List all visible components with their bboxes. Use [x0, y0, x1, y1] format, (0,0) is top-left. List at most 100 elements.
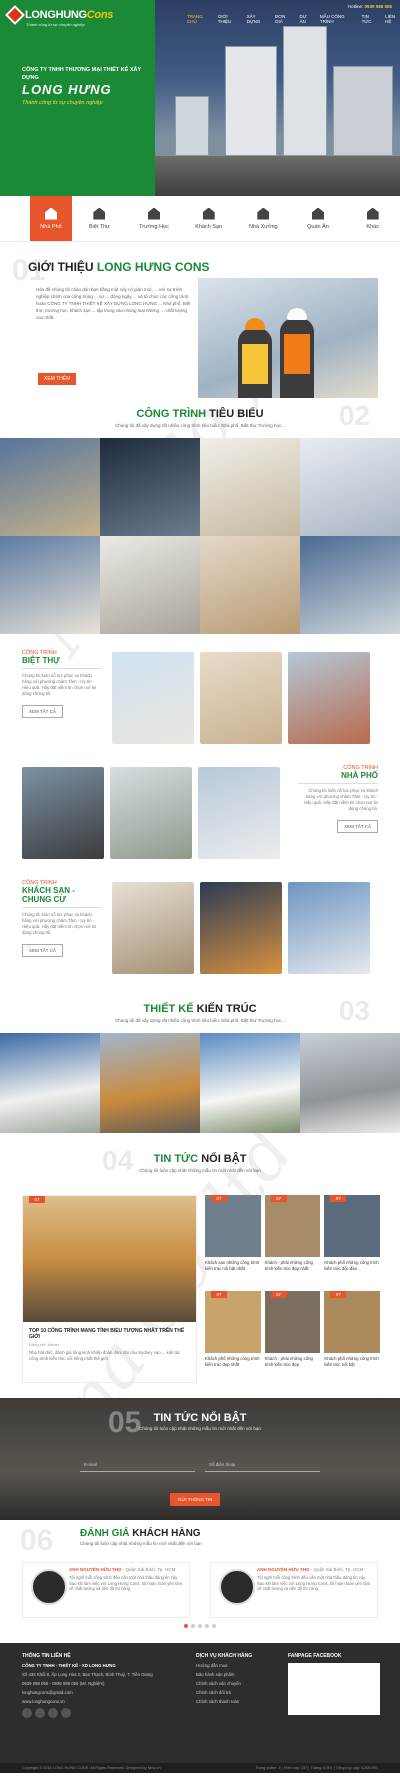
logo[interactable]: LONGHUNGCons [5, 5, 147, 25]
twitter-icon[interactable] [35, 1708, 45, 1718]
architecture-image[interactable] [300, 1033, 400, 1133]
carousel-dot[interactable] [184, 1624, 188, 1628]
townhouse-image[interactable] [22, 767, 104, 859]
newsletter-subtitle: Chúng tôi luôn cập nhật những mẫu tin mớ… [139, 1426, 261, 1431]
news-item[interactable]: 07 Khách - phải những công trình kiến trú… [264, 1195, 321, 1287]
reviews-title: ĐÁNH GIÁ KHÁCH HÀNG [80, 1528, 201, 1539]
footer-link[interactable]: Hướng dẫn mua [196, 1663, 276, 1668]
townhouse-image[interactable] [198, 767, 280, 859]
townhouse-image[interactable] [110, 767, 192, 859]
hotel-image[interactable] [112, 882, 194, 974]
architecture-image[interactable] [100, 1033, 200, 1133]
news-item[interactable]: 07 Khách phố những công trình kiến trúc đ… [324, 1195, 380, 1287]
footer-contact: THÔNG TIN LIÊN HỆ CÔNG TY TNHH - THIẾT K… [22, 1653, 182, 1718]
footer-fanpage: FANPAGE FACEBOOK [288, 1653, 380, 1715]
email-field[interactable] [80, 1458, 195, 1472]
footer-link[interactable]: Chính sách đổi trả [196, 1690, 276, 1695]
reviews-subtitle: Chúng tôi luôn cập nhật những mẫu tin mớ… [80, 1541, 202, 1546]
intro-more-button[interactable]: XEM THÊM [38, 373, 77, 385]
gallery-image[interactable] [200, 536, 300, 634]
reviewer-place: - Quận Sài Bình, Tp. HCM [310, 1567, 364, 1572]
logo-name-suffix: Cons [86, 9, 114, 21]
category-bar: Nhà Phố Biệt Thự Trường Học Khách Sạn Nh… [0, 196, 400, 242]
carousel-dot[interactable] [198, 1624, 202, 1628]
townhouse-view-all-button[interactable]: XEM TẤT CẢ [337, 820, 378, 833]
news-item[interactable]: 07 Khách - phải những công trình kiến trú… [264, 1291, 321, 1383]
footer-link[interactable]: Chính sách thanh toán [196, 1699, 276, 1704]
category-other[interactable]: Khác [345, 196, 400, 241]
news-item[interactable]: 07 Khách phố những công trình kiến trúc đ… [205, 1291, 261, 1383]
gallery-image[interactable] [300, 536, 400, 634]
nav-item-about[interactable]: GIỚI THIỆU [218, 14, 239, 24]
factory-icon [257, 207, 270, 220]
category-restaurant[interactable]: Quán Ăn [291, 196, 346, 241]
gallery-image[interactable] [300, 438, 400, 536]
restaurant-icon [312, 207, 325, 220]
facebook-icon[interactable] [22, 1708, 32, 1718]
architecture-image[interactable] [200, 1033, 300, 1133]
avatar [219, 1569, 255, 1605]
news-item[interactable]: 07 Khách phố những công trình kiến trúc n… [324, 1291, 380, 1383]
youtube-icon[interactable] [61, 1708, 71, 1718]
review-text: Tôi nghĩ mỗi công trình đều cần một nhà … [69, 1575, 183, 1591]
newsletter-section: 05 TIN TỨC NỔI BẬT Chúng tôi luôn cập nh… [0, 1398, 400, 1520]
nav-item-projects[interactable]: DỰ ÁN [299, 14, 311, 24]
hero-company: CÔNG TY TNHH THƯƠNG MẠI THIẾT KẾ XÂY DỰN… [22, 67, 142, 81]
review-card: ANH NGUYỄN HỮU THỌ - Quận Sài Bình, Tp. … [210, 1562, 378, 1618]
facebook-widget[interactable] [288, 1663, 380, 1715]
villa-icon [93, 207, 106, 220]
architecture-image[interactable] [0, 1033, 100, 1133]
hotel-title: KHÁCH SẠN - CHUNG CƯ [22, 886, 102, 908]
nav-item-construction[interactable]: XÂY DỰNG [247, 14, 267, 24]
carousel-dot[interactable] [205, 1624, 209, 1628]
news-heading: 04 TIN TỨC NỔI BẬT Chúng tôi luôn cập nh… [0, 1145, 400, 1183]
nav-item-samples[interactable]: MẪU CÔNG TRÌNH [320, 14, 354, 24]
logo-mark-icon [5, 5, 25, 25]
carousel-dot[interactable] [191, 1624, 195, 1628]
hero-slogan: Thành công từ sự chuyên nghiệp [22, 100, 103, 106]
villa-title: BIỆT THỰ [22, 656, 102, 669]
villa-image[interactable] [112, 652, 194, 744]
hotline[interactable]: Hotline: 0939 088 055 [348, 4, 392, 9]
nav-item-news[interactable]: TIN TỨC [362, 14, 378, 24]
category-townhouse[interactable]: Nhà Phố [30, 196, 72, 241]
villa-image[interactable] [200, 652, 282, 744]
news-item[interactable]: 07 Khách sạn những công trình kiến trúc n… [205, 1195, 261, 1287]
category-villa[interactable]: Biệt Thự [72, 196, 127, 241]
category-school[interactable]: Trường Học [127, 196, 182, 241]
featured-heading: 02 CÔNG TRÌNH TIÊU BIỂU Chúng tôi đã xây… [0, 400, 400, 438]
social-links [22, 1708, 182, 1718]
gallery-image[interactable] [100, 438, 200, 536]
hotel-view-all-button[interactable]: XEM TẤT CẢ [22, 944, 63, 957]
hotel-image[interactable] [288, 882, 370, 974]
villa-view-all-button[interactable]: XEM TẤT CẢ [22, 705, 63, 718]
footer-email[interactable]: longhungcons@gmail.com [22, 1690, 182, 1695]
nav-item-pricing[interactable]: ĐƠN GIÁ [275, 14, 291, 24]
featured-news[interactable]: 07 TOP 10 CÔNG TRÌNH MANG TÍNH BIỂU TƯỢN… [22, 1195, 197, 1383]
footer-website[interactable]: www.longhungcons.vn [22, 1699, 182, 1704]
villa-image[interactable] [288, 652, 370, 744]
footer-link[interactable]: Bảo hành sản phẩm [196, 1672, 276, 1677]
architecture-heading: 03 THIẾT KẾ KIẾN TRÚC Chúng tôi đã xây d… [0, 995, 400, 1033]
footer-link[interactable]: Chính sách vận chuyển [196, 1681, 276, 1686]
nav-item-home[interactable]: TRANG CHỦ [187, 14, 210, 24]
review-text: Tôi nghĩ mỗi công trình đều cần một nhà … [257, 1575, 371, 1591]
hero-banner: LONGHUNGCons Thành công từ sự chuyên ngh… [0, 0, 400, 196]
worker-figure [280, 308, 314, 398]
news-date: 07 [29, 1196, 45, 1203]
carousel-dot[interactable] [212, 1624, 216, 1628]
news-title: TIN TỨC NỔI BẬT [153, 1153, 247, 1165]
phone-field[interactable] [205, 1458, 320, 1472]
gallery-image[interactable] [0, 536, 100, 634]
gallery-image[interactable] [100, 536, 200, 634]
nav-item-contact[interactable]: LIÊN HỆ [385, 14, 400, 24]
category-factory[interactable]: Nhà Xưởng [236, 196, 291, 241]
gallery-image[interactable] [0, 438, 100, 536]
news-subtitle: Chúng tôi luôn cập nhật những mẫu tin mớ… [139, 1168, 261, 1173]
send-info-button[interactable]: GỬI THÔNG TIN [170, 1493, 221, 1506]
architecture-subtitle: Chúng tôi đã xây dựng rất nhiều công trì… [114, 1018, 286, 1023]
hotel-image[interactable] [200, 882, 282, 974]
category-hotel[interactable]: Khách Sạn [181, 196, 236, 241]
gallery-image[interactable] [200, 438, 300, 536]
google-plus-icon[interactable] [48, 1708, 58, 1718]
